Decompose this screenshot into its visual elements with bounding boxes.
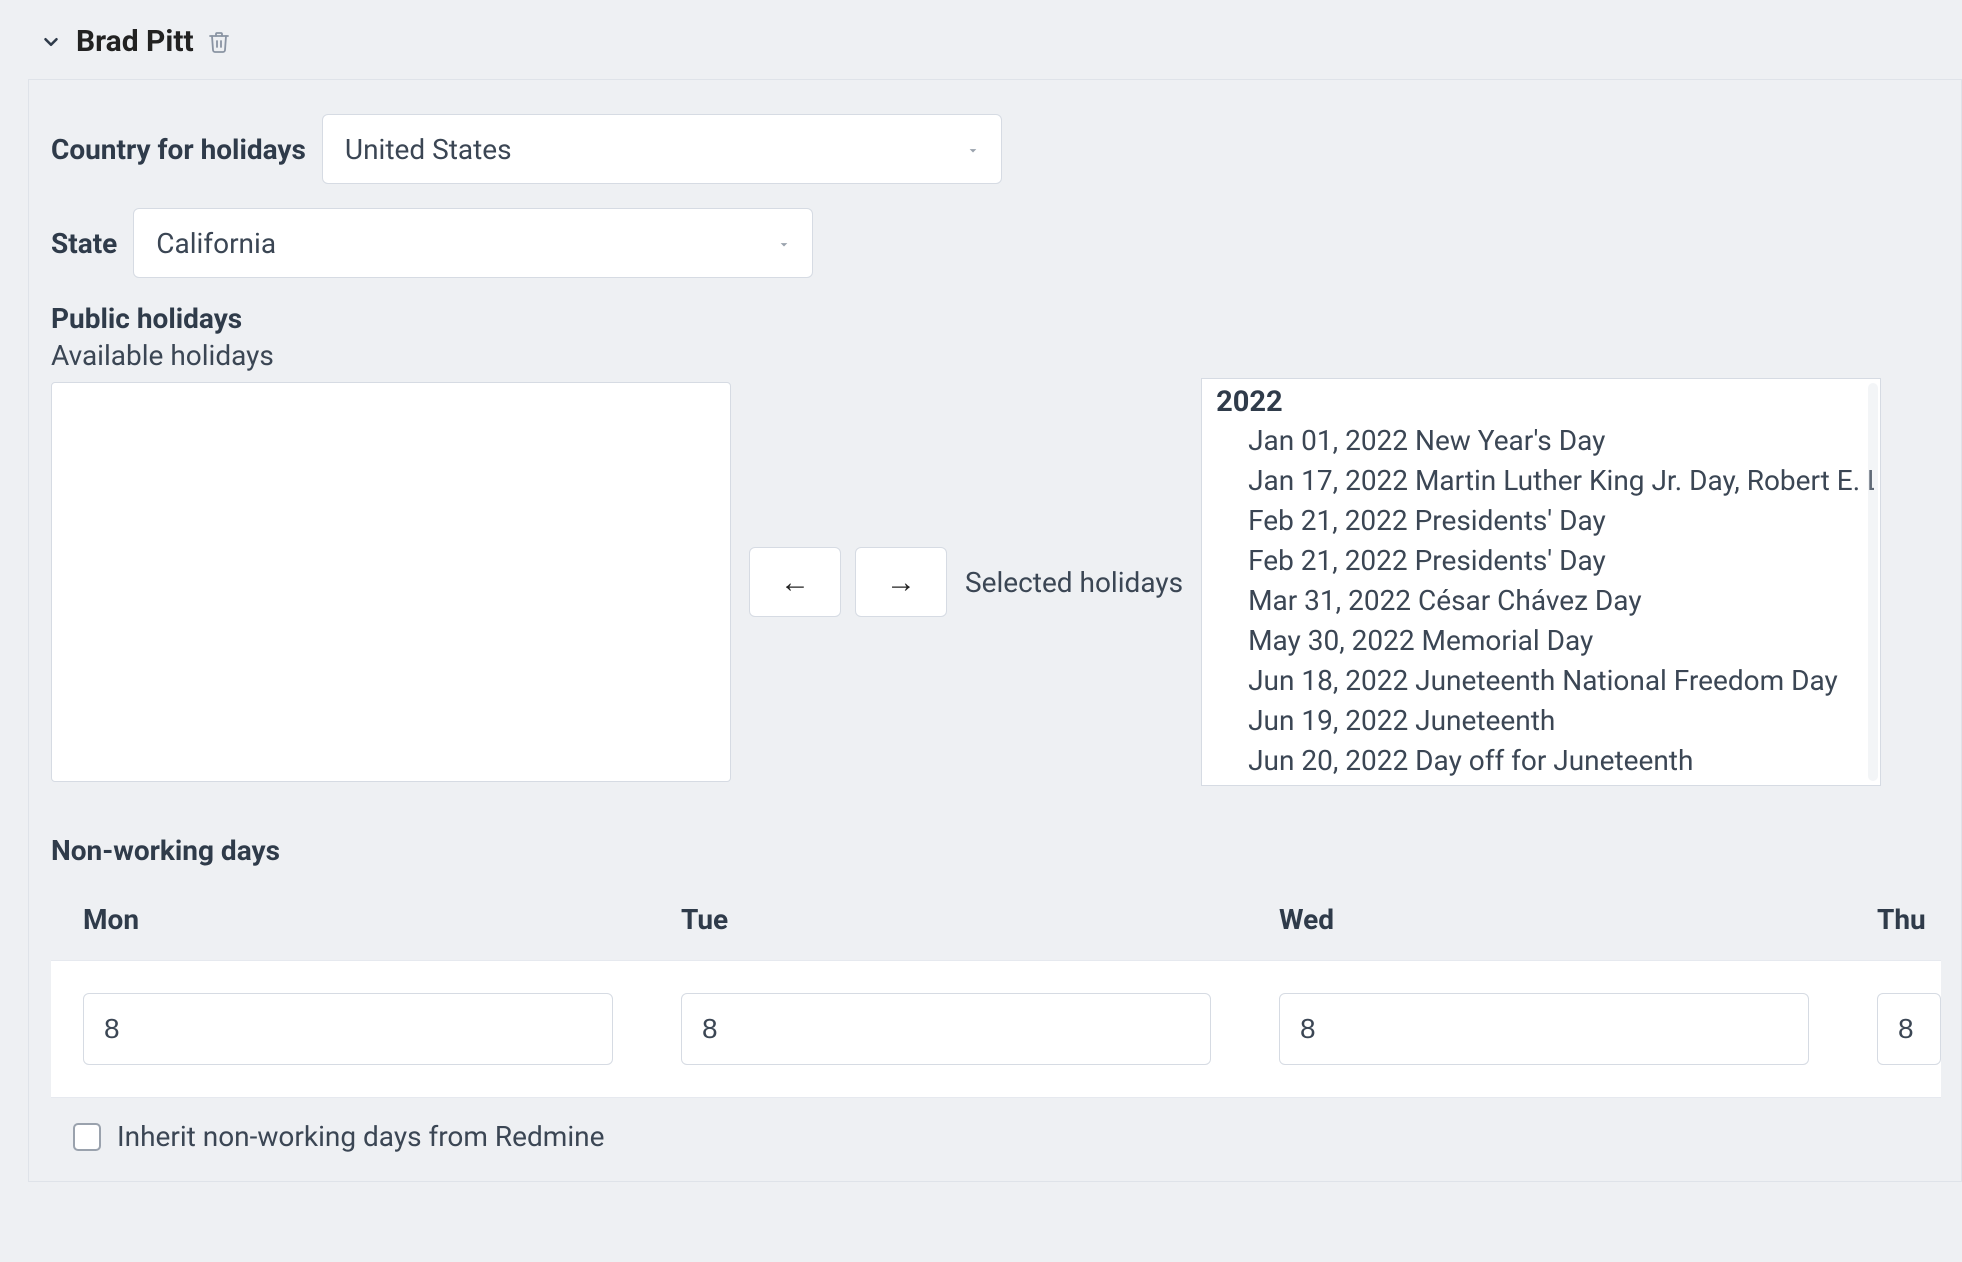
selected-holidays-listbox[interactable]: 2022 Jan 01, 2022 New Year's Day Jan 17,… [1201, 378, 1881, 786]
state-select[interactable]: California [133, 208, 813, 278]
trash-icon[interactable] [206, 29, 232, 55]
move-right-button[interactable]: → [855, 547, 947, 617]
chevron-down-icon[interactable] [38, 29, 64, 55]
list-item[interactable]: Feb 21, 2022 Presidents' Day [1216, 501, 1874, 541]
list-item[interactable]: Jun 18, 2022 Juneteenth National Freedom… [1216, 661, 1874, 701]
available-holidays-label: Available holidays [51, 339, 1941, 372]
state-value: California [156, 227, 276, 260]
day-col-mon: Mon [83, 903, 681, 936]
days-header-row: Mon Tue Wed Thu [51, 889, 1941, 960]
inherit-label: Inherit non-working days from Redmine [117, 1120, 604, 1153]
list-item[interactable]: Jun 19, 2022 Juneteenth [1216, 701, 1874, 741]
state-label: State [51, 227, 117, 260]
day-col-wed: Wed [1279, 903, 1877, 936]
caret-down-icon [776, 227, 792, 260]
inherit-checkbox[interactable] [73, 1123, 101, 1151]
country-value: United States [345, 133, 512, 166]
list-item[interactable]: Jan 01, 2022 New Year's Day [1216, 421, 1874, 461]
hours-input-tue[interactable] [681, 993, 1211, 1065]
hours-input-thu[interactable] [1877, 993, 1941, 1065]
public-holidays-title: Public holidays [51, 302, 1941, 335]
hours-input-mon[interactable] [83, 993, 613, 1065]
list-item[interactable]: Jan 17, 2022 Martin Luther King Jr. Day,… [1216, 461, 1874, 501]
list-item[interactable]: May 30, 2022 Memorial Day [1216, 621, 1874, 661]
move-left-button[interactable]: ← [749, 547, 841, 617]
country-select[interactable]: United States [322, 114, 1002, 184]
list-item[interactable]: Mar 31, 2022 César Chávez Day [1216, 581, 1874, 621]
user-name: Brad Pitt [76, 24, 194, 59]
days-input-row [51, 960, 1941, 1098]
settings-panel: Country for holidays United States State… [28, 79, 1962, 1182]
list-item[interactable]: Feb 21, 2022 Presidents' Day [1216, 541, 1874, 581]
day-col-thu: Thu [1877, 903, 1941, 936]
user-header: Brad Pitt [28, 24, 1962, 59]
non-working-days-title: Non-working days [51, 834, 1941, 867]
available-holidays-listbox[interactable] [51, 382, 731, 782]
hours-input-wed[interactable] [1279, 993, 1809, 1065]
arrow-right-icon: → [886, 565, 916, 600]
day-col-tue: Tue [681, 903, 1279, 936]
list-item[interactable]: Jun 20, 2022 Day off for Juneteenth [1216, 741, 1874, 781]
country-label: Country for holidays [51, 133, 306, 166]
selected-holidays-label: Selected holidays [965, 566, 1183, 599]
arrow-left-icon: ← [780, 565, 810, 600]
year-group-label: 2022 [1216, 385, 1874, 419]
caret-down-icon [965, 133, 981, 166]
